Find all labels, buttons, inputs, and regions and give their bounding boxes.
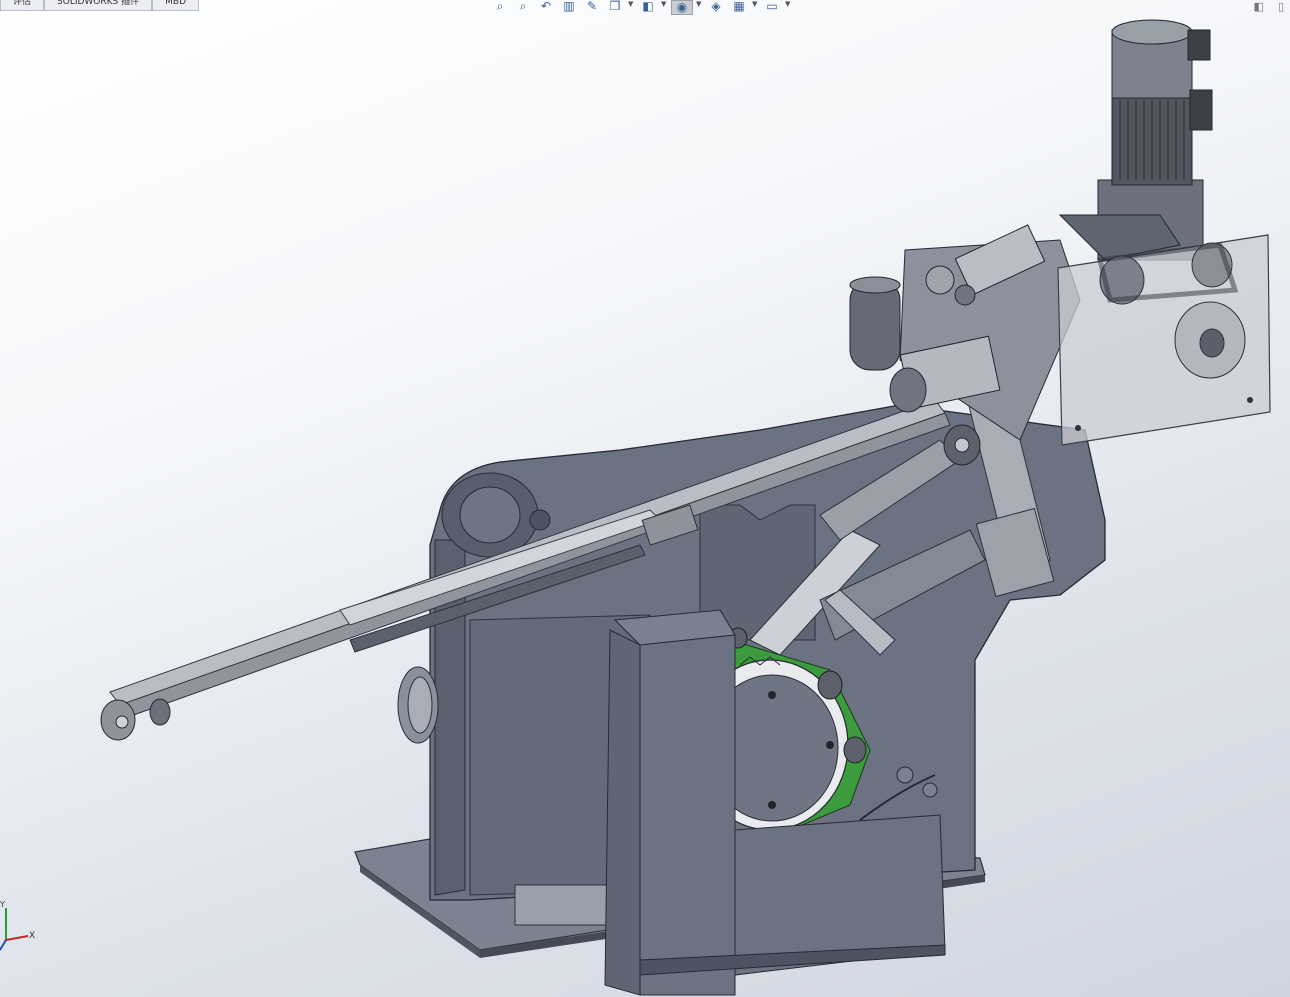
chevron-down-icon[interactable]: ▼ — [752, 0, 759, 8]
apply-scene-icon[interactable]: ▦ — [729, 0, 749, 14]
x-axis-label: X — [29, 931, 35, 941]
x-axis-line — [5, 935, 29, 941]
chevron-down-icon[interactable]: ▼ — [628, 0, 635, 8]
z-axis-line — [0, 939, 7, 951]
previous-view-icon[interactable]: ↶ — [536, 0, 556, 14]
view-orientation-icon[interactable]: ❐ — [605, 0, 625, 14]
transparent-guard-plate — [1057, 234, 1271, 446]
command-manager-tabs: 评估 SOLIDWORKS 插件 MBD — [0, 0, 199, 11]
chevron-down-icon[interactable]: ▼ — [696, 0, 703, 8]
tab-mbd[interactable]: MBD — [152, 0, 199, 11]
restore-view-icon[interactable]: ◧ — [1254, 0, 1264, 13]
display-style-icon[interactable]: ◧ — [638, 0, 658, 14]
zoom-to-area-icon[interactable]: ⌕ — [513, 0, 533, 14]
y-axis-label: Y — [0, 900, 5, 909]
zoom-to-fit-icon[interactable]: ⌕ — [490, 0, 510, 14]
section-view-icon[interactable]: ▥ — [559, 0, 579, 14]
view-settings-icon[interactable]: ▭ — [762, 0, 782, 14]
coordinate-triad: X Y — [0, 900, 35, 951]
hide-show-items-icon[interactable]: ◉ — [671, 0, 693, 15]
tab-evaluate[interactable]: 评估 — [0, 0, 45, 11]
dynamic-annotation-icon[interactable]: ✎ — [582, 0, 602, 14]
chevron-down-icon[interactable]: ▼ — [661, 0, 668, 8]
maximize-view-icon[interactable]: ▯ — [1278, 0, 1284, 13]
edit-appearance-icon[interactable]: ◈ — [706, 0, 726, 14]
heads-up-view-toolbar: ⌕ ⌕ ↶ ▥ ✎ ❐ ▼ ◧ ▼ ◉ ▼ ◈ ▦ ▼ ▭ ▼ — [490, 0, 792, 16]
viewport-window-controls: ◧ ▯ — [1254, 0, 1284, 13]
tab-solidworks-addins[interactable]: SOLIDWORKS 插件 — [44, 0, 153, 11]
chevron-down-icon[interactable]: ▼ — [785, 0, 792, 8]
graphics-area[interactable] — [0, 0, 1290, 997]
